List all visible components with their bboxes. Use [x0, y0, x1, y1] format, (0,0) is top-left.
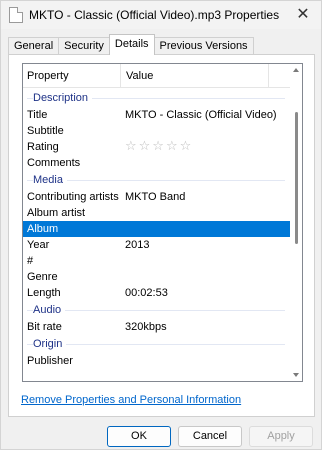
group-label: Origin [33, 338, 67, 350]
group-header-media: Media [23, 171, 291, 189]
group-header-audio: Audio [23, 301, 291, 319]
property-name: Year [27, 239, 50, 251]
property-value[interactable] [123, 123, 291, 139]
property-name: Subtitle [27, 125, 64, 137]
scrollbar-thumb[interactable] [295, 112, 298, 244]
property-row-comments[interactable]: Comments [23, 155, 291, 171]
cancel-button[interactable]: Cancel [178, 426, 242, 447]
rating-stars[interactable]: ☆☆☆☆☆ [123, 139, 291, 155]
dialog-buttons: OK Cancel Apply [107, 426, 313, 447]
file-icon [9, 7, 23, 23]
scroll-down-icon[interactable] [293, 373, 299, 377]
tab-general[interactable]: General [8, 37, 60, 55]
property-value[interactable] [123, 205, 291, 221]
property-value[interactable] [123, 269, 291, 285]
property-name: Album artist [27, 207, 86, 219]
title-bar: MKTO - Classic (Official Video).mp3 Prop… [1, 1, 321, 29]
property-row-contributing-artists[interactable]: Contributing artists MKTO Band [23, 189, 291, 205]
property-value[interactable] [123, 353, 291, 369]
property-rows: Description Title MKTO - Classic (Offici… [23, 89, 291, 369]
group-label: Audio [33, 304, 66, 316]
property-name: # [27, 255, 34, 267]
ok-button[interactable]: OK [107, 426, 171, 447]
property-name: Genre [27, 271, 58, 283]
property-list[interactable]: Property Value Description Title MKTO - … [22, 63, 303, 382]
property-row-album-artist[interactable]: Album artist [23, 205, 291, 221]
property-value: 00:02:53 [125, 287, 168, 299]
property-value[interactable]: MKTO Band [123, 189, 291, 205]
property-row-track-number[interactable]: # [23, 253, 291, 269]
group-label: Media [33, 174, 67, 186]
property-row-title[interactable]: Title MKTO - Classic (Official Video) [23, 107, 291, 123]
list-header: Property Value [23, 64, 291, 88]
group-header-origin: Origin [23, 335, 291, 353]
property-value[interactable]: 2013 [123, 237, 291, 253]
property-name: Rating [27, 141, 59, 153]
property-row-length[interactable]: Length 00:02:53 [23, 285, 291, 301]
property-value: 320kbps [125, 321, 167, 333]
group-header-description: Description [23, 89, 291, 107]
property-name: Length [27, 287, 61, 299]
tab-previous-versions[interactable]: Previous Versions [153, 37, 254, 55]
property-name: Contributing artists [27, 191, 119, 203]
apply-button[interactable]: Apply [249, 426, 313, 447]
property-value[interactable] [123, 155, 291, 171]
property-row-genre[interactable]: Genre [23, 269, 291, 285]
remove-properties-link[interactable]: Remove Properties and Personal Informati… [21, 394, 241, 406]
property-name: Publisher [27, 355, 73, 367]
property-value[interactable] [123, 221, 291, 237]
property-name: Title [27, 109, 48, 121]
tab-security[interactable]: Security [58, 37, 110, 55]
properties-window: MKTO - Classic (Official Video).mp3 Prop… [0, 0, 322, 450]
scroll-up-icon[interactable] [293, 68, 299, 72]
details-panel: Property Value Description Title MKTO - … [8, 54, 315, 417]
group-label: Description [33, 92, 93, 104]
window-title: MKTO - Classic (Official Video).mp3 Prop… [29, 8, 280, 22]
vertical-scrollbar[interactable] [290, 64, 302, 381]
column-header-property[interactable]: Property [23, 64, 121, 88]
close-icon[interactable]: ✕ [293, 5, 313, 25]
property-row-rating[interactable]: Rating ☆☆☆☆☆ [23, 139, 291, 155]
property-row-subtitle[interactable]: Subtitle [23, 123, 291, 139]
property-name: Album [27, 223, 59, 235]
property-value[interactable]: MKTO - Classic (Official Video) [123, 107, 291, 123]
property-row-album[interactable]: Album [23, 221, 291, 237]
property-name: Bit rate [27, 321, 62, 333]
column-header-value[interactable]: Value [121, 64, 269, 88]
property-row-year[interactable]: Year 2013 [23, 237, 291, 253]
tab-details[interactable]: Details [108, 34, 155, 55]
property-name: Comments [27, 157, 81, 169]
property-row-publisher[interactable]: Publisher [23, 353, 291, 369]
property-value[interactable] [123, 253, 291, 269]
property-row-bit-rate[interactable]: Bit rate 320kbps [23, 319, 291, 335]
tab-strip: General Security Details Previous Versio… [8, 34, 254, 55]
